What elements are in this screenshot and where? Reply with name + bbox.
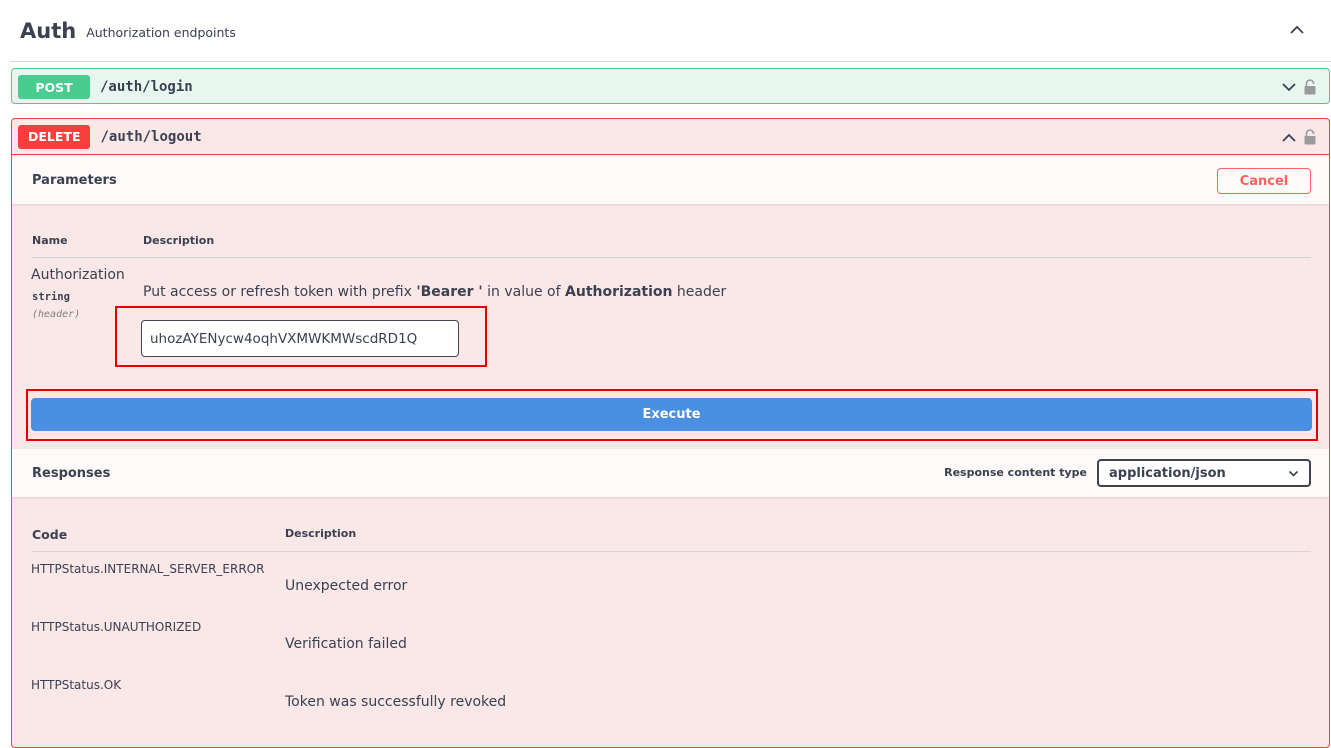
response-description: Token was successfully revoked	[285, 694, 507, 710]
param-col-description: Description	[143, 234, 215, 247]
opblock-post-login: POST /auth/login	[11, 68, 1330, 104]
opblock-actions	[1281, 79, 1317, 95]
method-badge-post: POST	[18, 75, 90, 99]
response-description: Verification failed	[285, 636, 407, 652]
operation-path: /auth/login	[100, 79, 193, 95]
response-row: HTTPStatus.UNAUTHORIZED Verification fai…	[12, 620, 1329, 676]
cancel-button[interactable]: Cancel	[1217, 168, 1311, 194]
lock-icon[interactable]	[1303, 79, 1317, 95]
param-description: Put access or refresh token with prefix …	[143, 284, 727, 300]
lock-icon[interactable]	[1303, 129, 1317, 145]
chevron-down-icon	[1288, 470, 1299, 477]
responses-divider	[32, 551, 1311, 552]
chevron-up-icon[interactable]	[1289, 22, 1305, 38]
opblock-summary-post[interactable]: POST /auth/login	[12, 69, 1329, 105]
tag-name: Auth	[20, 18, 77, 43]
response-description: Unexpected error	[285, 578, 408, 594]
response-content-type-value: application/json	[1109, 465, 1226, 481]
response-code: HTTPStatus.UNAUTHORIZED	[31, 620, 202, 634]
parameters-title: Parameters	[32, 172, 117, 188]
opblock-summary-delete[interactable]: DELETE /auth/logout	[12, 119, 1329, 155]
response-content-type-select[interactable]: application/json	[1097, 459, 1311, 487]
param-type: string	[32, 291, 70, 303]
authorization-input[interactable]	[141, 320, 459, 357]
tag-description: Authorization endpoints	[86, 24, 236, 40]
param-name: Authorization	[31, 267, 125, 283]
parameters-header: Parameters Cancel	[12, 156, 1329, 204]
param-divider	[32, 257, 1311, 258]
method-badge-delete: DELETE	[18, 124, 91, 149]
responses-col-description: Description	[285, 527, 357, 540]
responses-header: Responses Response content type applicat…	[12, 449, 1329, 497]
response-content-type-label: Response content type	[944, 466, 1087, 479]
tag-header[interactable]: Auth Authorization endpoints	[10, 0, 1331, 62]
response-code: HTTPStatus.OK	[31, 678, 122, 692]
response-row: HTTPStatus.INTERNAL_SERVER_ERROR Unexpec…	[12, 562, 1329, 618]
opblock-actions	[1281, 129, 1317, 145]
operation-path: /auth/logout	[100, 128, 202, 145]
chevron-down-icon[interactable]	[1281, 81, 1297, 93]
response-row: HTTPStatus.OK Token was successfully rev…	[12, 678, 1329, 734]
responses-title: Responses	[32, 465, 111, 481]
execute-button[interactable]: Execute	[31, 398, 1312, 431]
param-col-name: Name	[32, 234, 68, 247]
response-code: HTTPStatus.INTERNAL_SERVER_ERROR	[31, 562, 265, 576]
opblock-delete-logout: DELETE /auth/logout Parameters Cancel Na…	[11, 118, 1330, 748]
param-location: (header)	[32, 309, 81, 320]
chevron-up-icon[interactable]	[1281, 131, 1297, 143]
responses-col-code: Code	[32, 527, 68, 542]
